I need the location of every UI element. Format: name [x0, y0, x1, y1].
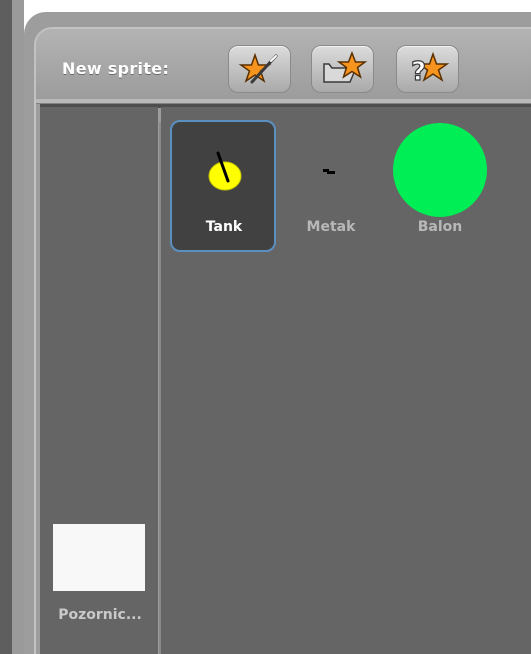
sprite-thumbnail-metak[interactable]	[315, 160, 345, 180]
new-sprite-label: New sprite:	[62, 59, 170, 78]
stage-thumbnail[interactable]	[53, 524, 145, 591]
paint-new-sprite-button[interactable]	[228, 45, 291, 93]
sprite-label-tank: Tank	[205, 219, 243, 235]
stage-label: Pozornic...	[58, 607, 142, 623]
sprite-pane: New sprite: ? Tank Metak Balon Pozornic.…	[0, 0, 531, 654]
window-frame-border	[12, 0, 24, 654]
sprite-thumbnail-tank[interactable]	[200, 148, 250, 193]
surprise-sprite-button[interactable]: ?	[396, 45, 459, 93]
paint-new-sprite-icon	[238, 52, 278, 84]
svg-text:?: ?	[411, 57, 426, 87]
surprise-sprite-icon: ?	[410, 51, 450, 88]
sprite-label-balon: Balon	[417, 219, 463, 235]
column-divider	[159, 122, 161, 654]
sprite-thumbnail-balon[interactable]	[391, 122, 489, 218]
window-frame-edge	[0, 0, 12, 654]
sprite-label-metak: Metak	[306, 219, 356, 235]
choose-sprite-from-file-icon	[323, 50, 368, 83]
choose-sprite-from-file-button[interactable]	[311, 45, 374, 93]
